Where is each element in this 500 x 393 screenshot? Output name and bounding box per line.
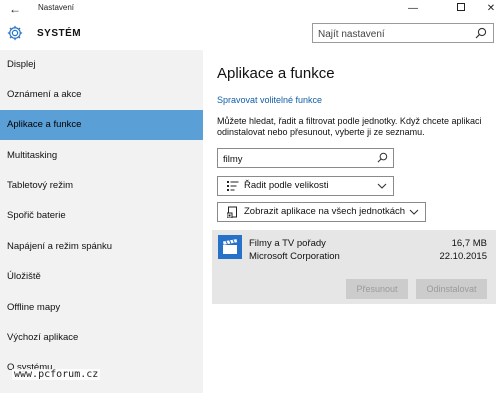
maximize-icon bbox=[457, 3, 465, 12]
gear-icon bbox=[7, 25, 23, 41]
clapperboard-icon bbox=[223, 239, 238, 254]
watermark-text: www.pcforum.cz bbox=[12, 369, 101, 380]
sidebar-item-battery-saver[interactable]: Spořič baterie bbox=[0, 201, 203, 231]
sidebar-item-displej[interactable]: Displej bbox=[0, 50, 203, 80]
uninstall-button[interactable]: Odinstalovat bbox=[416, 279, 487, 299]
minimize-button[interactable]: — bbox=[398, 0, 428, 18]
sort-dropdown[interactable]: Řadit podle velikosti bbox=[217, 176, 394, 196]
app-size: 16,7 MB bbox=[451, 238, 487, 249]
search-icon[interactable] bbox=[377, 152, 388, 163]
maximize-button[interactable] bbox=[446, 0, 476, 18]
search-icon[interactable] bbox=[475, 27, 487, 39]
sidebar-item-tablet[interactable]: Tabletový režim bbox=[0, 171, 203, 201]
sidebar-item-aplikace[interactable]: Aplikace a funkce bbox=[0, 110, 203, 140]
sort-list-icon bbox=[227, 181, 239, 191]
app-list-item[interactable]: Filmy a TV pořady Microsoft Corporation … bbox=[212, 230, 496, 304]
sidebar-item-offline-maps[interactable]: Offline mapy bbox=[0, 293, 203, 323]
sidebar-item-storage[interactable]: Úložiště bbox=[0, 262, 203, 292]
settings-header: SYSTÉM bbox=[0, 18, 500, 50]
chevron-down-icon bbox=[377, 183, 387, 189]
app-publisher: Microsoft Corporation bbox=[249, 251, 340, 262]
page-title: Aplikace a funkce bbox=[217, 65, 335, 82]
close-button[interactable]: ✕ bbox=[476, 0, 500, 18]
sidebar-item-multitasking[interactable]: Multitasking bbox=[0, 141, 203, 171]
sidebar: Displej Oznámení a akce Aplikace a funkc… bbox=[0, 50, 203, 393]
sidebar-item-oznameni[interactable]: Oznámení a akce bbox=[0, 80, 203, 110]
app-install-date: 22.10.2015 bbox=[439, 251, 487, 262]
title-bar: ← Nastavení — ✕ bbox=[0, 0, 500, 18]
main-content: Aplikace a funkce Spravovat volitelné fu… bbox=[203, 50, 500, 393]
section-title: SYSTÉM bbox=[37, 28, 82, 39]
move-button[interactable]: Přesunout bbox=[346, 279, 408, 299]
movies-tv-app-icon bbox=[218, 235, 242, 259]
drive-dropdown-label: Zobrazit aplikace na všech jednotkách bbox=[244, 206, 406, 217]
sort-dropdown-label: Řadit podle velikosti bbox=[244, 180, 329, 191]
back-arrow-icon[interactable]: ← bbox=[7, 1, 23, 17]
drive-icon bbox=[227, 206, 237, 218]
manage-optional-features-link[interactable]: Spravovat volitelné funkce bbox=[217, 95, 322, 105]
sidebar-item-power-sleep[interactable]: Napájení a režim spánku bbox=[0, 232, 203, 262]
app-filter-field[interactable] bbox=[217, 148, 394, 169]
settings-search[interactable] bbox=[312, 23, 494, 44]
drive-filter-dropdown[interactable]: Zobrazit aplikace na všech jednotkách bbox=[217, 202, 426, 222]
app-filter-input[interactable] bbox=[218, 150, 368, 169]
sidebar-item-default-apps[interactable]: Výchozí aplikace bbox=[0, 323, 203, 353]
settings-search-input[interactable] bbox=[313, 25, 468, 44]
description-text: Můžete hledat, řadit a filtrovat podle j… bbox=[217, 116, 482, 137]
window-title: Nastavení bbox=[38, 3, 75, 12]
chevron-down-icon bbox=[409, 209, 419, 215]
app-name: Filmy a TV pořady bbox=[249, 238, 326, 249]
